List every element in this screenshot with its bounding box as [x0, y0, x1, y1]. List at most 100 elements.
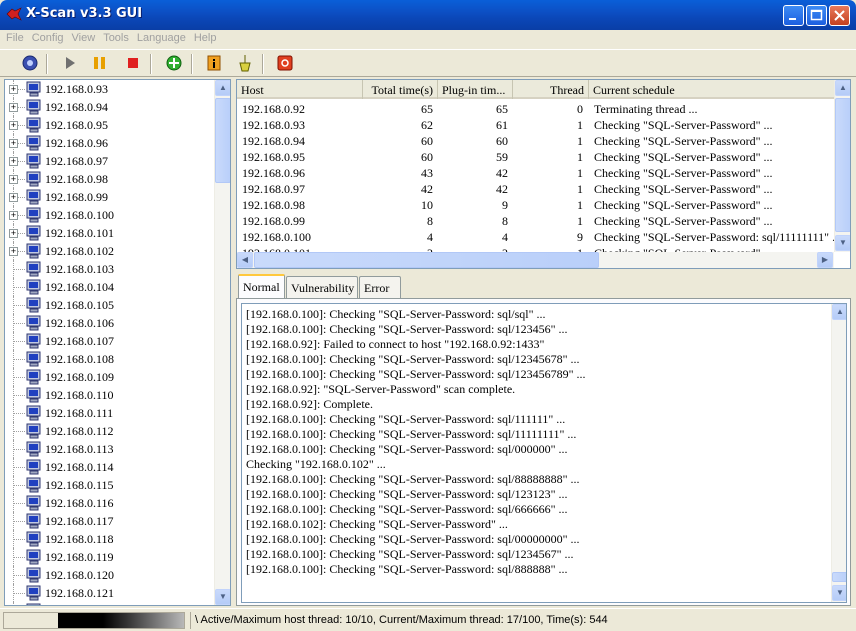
minimize-button[interactable]	[783, 5, 804, 26]
plugin-icon[interactable]	[165, 54, 183, 72]
close-button[interactable]	[829, 5, 850, 26]
expand-icon[interactable]: +	[9, 103, 18, 112]
scroll-thumb[interactable]	[835, 98, 850, 232]
pause-icon[interactable]	[91, 54, 109, 72]
tree-item[interactable]: +192.168.0.94	[5, 98, 215, 116]
tree-item[interactable]: 192.168.0.109	[5, 368, 215, 386]
scroll-up-button[interactable]: ▲	[835, 80, 850, 96]
computer-icon	[26, 117, 41, 133]
table-row[interactable]: 192.168.0.93 62 61 1 Checking "SQL-Server-Pa…	[237, 117, 837, 133]
tree-item[interactable]: 192.168.0.103	[5, 260, 215, 278]
tree-vertical-scrollbar[interactable]: ▲ ▼	[214, 80, 230, 605]
expand-icon[interactable]: +	[9, 157, 18, 166]
tree-item[interactable]: +192.168.0.93	[5, 80, 215, 98]
scroll-right-button[interactable]: ▶	[817, 252, 833, 268]
scroll-up-button[interactable]: ▲	[215, 80, 230, 96]
expand-icon[interactable]: +	[9, 247, 18, 256]
tree-item[interactable]: +192.168.0.98	[5, 170, 215, 188]
tree-item[interactable]: 192.168.0.106	[5, 314, 215, 332]
expand-icon[interactable]: +	[9, 139, 18, 148]
tree-item[interactable]: 192.168.0.105	[5, 296, 215, 314]
column-header-plugin-time[interactable]: Plug-in tim...	[438, 80, 513, 99]
maximize-button[interactable]	[806, 5, 827, 26]
tree-item[interactable]: +192.168.0.101	[5, 224, 215, 242]
status-text: \ Active/Maximum host thread: 10/10, Cur…	[190, 612, 612, 629]
tab-error[interactable]: Error	[359, 276, 401, 298]
tab-normal[interactable]: Normal	[238, 274, 285, 298]
table-row[interactable]: 192.168.0.94 60 60 1 Checking "SQL-Server-Pa…	[237, 133, 837, 149]
tree-line	[13, 575, 25, 576]
expand-icon[interactable]: +	[9, 85, 18, 94]
tree-item[interactable]: +192.168.0.102	[5, 242, 215, 260]
scroll-thumb[interactable]	[215, 98, 230, 183]
tree-item[interactable]: +192.168.0.96	[5, 134, 215, 152]
scroll-down-button[interactable]: ▼	[832, 585, 846, 601]
table-row[interactable]: 192.168.0.96 43 42 1 Checking "SQL-Server-Pa…	[237, 165, 837, 181]
tree-item[interactable]: 192.168.0.118	[5, 530, 215, 548]
tree-item[interactable]: 192.168.0.115	[5, 476, 215, 494]
tree-item[interactable]: 192.168.0.120	[5, 566, 215, 584]
scroll-thumb[interactable]	[254, 252, 599, 268]
stop-icon[interactable]	[124, 54, 142, 72]
tree-item[interactable]: +192.168.0.97	[5, 152, 215, 170]
scroll-left-button[interactable]: ◀	[237, 252, 253, 268]
host-tree[interactable]: +192.168.0.93 +192.168.0.94 +192.168.0.95 +…	[4, 79, 231, 606]
menu-config[interactable]: Config	[28, 30, 68, 44]
table-row[interactable]: 192.168.0.95 60 59 1 Checking "SQL-Server-Pa…	[237, 149, 837, 165]
expand-icon[interactable]: +	[9, 121, 18, 130]
menu-file[interactable]: File	[0, 30, 28, 44]
table-horizontal-scrollbar[interactable]: ◀ ▶	[237, 252, 834, 268]
column-header-thread[interactable]: Thread	[513, 80, 589, 99]
info-icon[interactable]	[205, 54, 223, 72]
menu-view[interactable]: View	[68, 30, 100, 44]
table-row[interactable]: 192.168.0.100 4 4 9 Checking "SQL-Server-Pas…	[237, 229, 841, 245]
tree-item[interactable]: 192.168.0.122	[5, 602, 215, 605]
tree-item[interactable]: 192.168.0.117	[5, 512, 215, 530]
table-row[interactable]: 192.168.0.92 65 65 0 Terminating thread ...	[237, 101, 837, 117]
scroll-thumb[interactable]	[832, 572, 846, 582]
expand-icon[interactable]: +	[9, 229, 18, 238]
about-icon[interactable]	[276, 54, 294, 72]
column-header-current-schedule[interactable]: Current schedule	[589, 80, 839, 99]
expand-icon[interactable]: +	[9, 193, 18, 202]
tree-item[interactable]: 192.168.0.114	[5, 458, 215, 476]
tree-item[interactable]: +192.168.0.100	[5, 206, 215, 224]
expand-icon[interactable]: +	[9, 211, 18, 220]
tree-item[interactable]: 192.168.0.104	[5, 278, 215, 296]
cleanup-icon[interactable]	[236, 54, 254, 72]
tree-item[interactable]: +192.168.0.95	[5, 116, 215, 134]
log-vertical-scrollbar[interactable]: ▲ ▼	[831, 304, 846, 602]
tree-item[interactable]: 192.168.0.107	[5, 332, 215, 350]
table-vertical-scrollbar[interactable]: ▲ ▼	[834, 80, 850, 252]
tree-item[interactable]: 192.168.0.121	[5, 584, 215, 602]
log-output[interactable]: [192.168.0.100]: Checking "SQL-Server-Pa…	[241, 303, 847, 603]
scroll-down-button[interactable]: ▼	[835, 235, 850, 251]
connect-icon[interactable]	[21, 54, 39, 72]
tree-item[interactable]: 192.168.0.113	[5, 440, 215, 458]
table-header: Host Total time(s) Plug-in tim... Thread…	[237, 80, 837, 99]
tree-line	[13, 485, 25, 486]
tree-item[interactable]: 192.168.0.111	[5, 404, 215, 422]
menu-help[interactable]: Help	[190, 30, 221, 44]
column-header-total-time[interactable]: Total time(s)	[363, 80, 438, 99]
tree-item[interactable]: 192.168.0.110	[5, 386, 215, 404]
table-row[interactable]: 192.168.0.98 10 9 1 Checking "SQL-Server-Pas…	[237, 197, 837, 213]
log-line: [192.168.0.92]: "SQL-Server-Password" sc…	[246, 382, 516, 396]
tree-item[interactable]: 192.168.0.112	[5, 422, 215, 440]
tab-vulnerability[interactable]: Vulnerability	[286, 276, 358, 298]
table-row[interactable]: 192.168.0.97 42 42 1 Checking "SQL-Server-Pa…	[237, 181, 837, 197]
column-header-host[interactable]: Host	[237, 80, 363, 99]
menu-tools[interactable]: Tools	[99, 30, 133, 44]
menu-language[interactable]: Language	[133, 30, 190, 44]
tree-item[interactable]: 192.168.0.116	[5, 494, 215, 512]
tree-item[interactable]: 192.168.0.119	[5, 548, 215, 566]
host-status-table[interactable]: Host Total time(s) Plug-in tim... Thread…	[236, 79, 851, 269]
scroll-up-button[interactable]: ▲	[832, 304, 846, 320]
tree-item[interactable]: +192.168.0.99	[5, 188, 215, 206]
table-row[interactable]: 192.168.0.99 8 8 1 Checking "SQL-Server-Pass…	[237, 213, 837, 229]
expand-icon[interactable]: +	[9, 175, 18, 184]
tree-line	[13, 467, 25, 468]
scroll-down-button[interactable]: ▼	[215, 589, 230, 605]
tree-item[interactable]: 192.168.0.108	[5, 350, 215, 368]
start-icon[interactable]	[61, 54, 79, 72]
